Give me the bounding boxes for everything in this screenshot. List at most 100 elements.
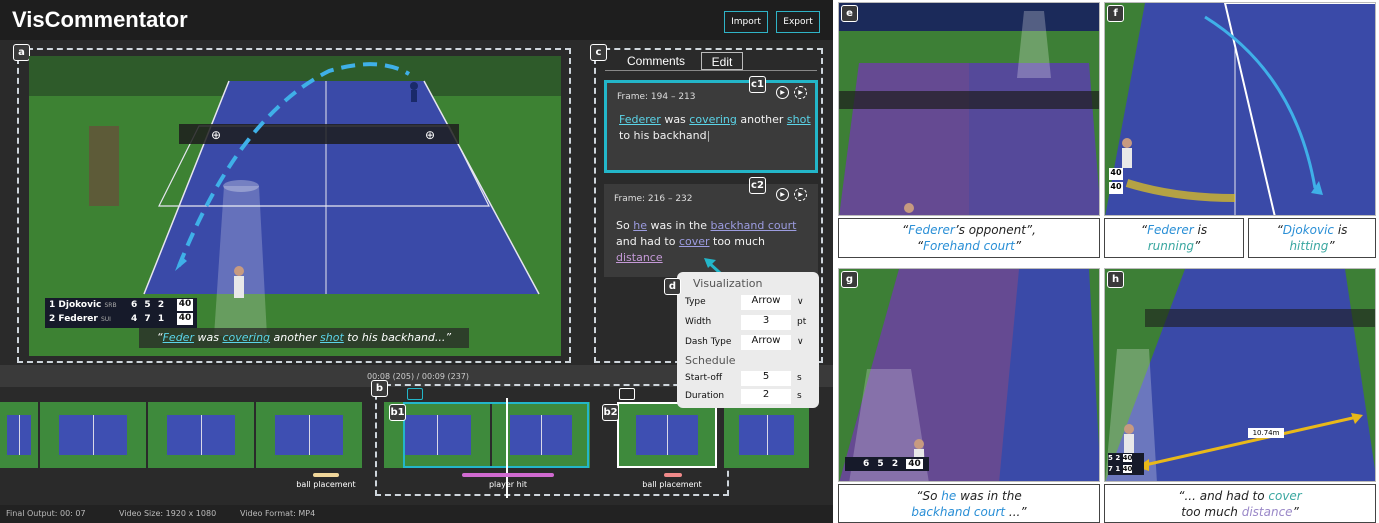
timeline-thumbnail[interactable] [40, 402, 146, 468]
comment-text-span: too much [709, 235, 765, 248]
caption-word: Forehand court [923, 239, 1015, 253]
set-score: 7 [144, 314, 151, 324]
points: 40 [1122, 465, 1133, 473]
dash-type-label: Dash Type [685, 337, 732, 347]
export-button[interactable]: Export [776, 11, 820, 33]
comment-word-he: he [633, 219, 647, 232]
player-1-country: SRB [104, 302, 117, 309]
court-highlight-graphic [839, 3, 1099, 215]
scoreboard: 6 5 2 40 [845, 457, 929, 471]
event-marker-ball-placement[interactable] [664, 473, 682, 477]
type-label: Type [685, 297, 706, 307]
backhand-court-graphic [839, 269, 1099, 481]
panel-label-d: d [664, 278, 681, 295]
comment-text-span: was in the [646, 219, 711, 232]
timeline-thumbnail[interactable] [148, 402, 254, 468]
distance-label: 10.74m [1248, 428, 1284, 438]
start-off-input[interactable]: 5 [741, 371, 791, 386]
set-score: 6 [131, 300, 138, 310]
caption-word: Djokovic [1282, 223, 1335, 237]
caption-text: ” [1292, 505, 1299, 519]
comment-icon[interactable] [619, 388, 635, 400]
play-sequence-icon[interactable]: ▶ [794, 188, 807, 201]
width-label: Width [685, 317, 712, 327]
player-1-name: Djokovic [58, 300, 102, 310]
scoreboard-row-2: 2 Federer SUI [49, 314, 111, 324]
comment-word-backhand-court: backhand court [710, 219, 797, 232]
chevron-down-icon[interactable]: ∨ [797, 337, 804, 347]
player-2-country: SUI [100, 316, 111, 323]
comment-text-span: was [660, 113, 690, 126]
caption-text: ...” [1005, 505, 1027, 519]
duration-label: Duration [685, 391, 725, 401]
tab-edit[interactable]: Edit [701, 52, 743, 70]
caption-text: is [1334, 223, 1348, 237]
player-2-name: Federer [58, 314, 98, 324]
play-icon[interactable]: ▶ [776, 188, 789, 201]
event-label: player hit [488, 480, 528, 489]
width-input[interactable]: 3 [741, 315, 791, 330]
dash-type-select[interactable]: Arrow [741, 335, 791, 350]
caption-h: “... and had to cover too much distance” [1104, 484, 1376, 523]
duration-input[interactable]: 2 [741, 389, 791, 404]
scoreboard: 1 Djokovic SRB 6 5 2 40 2 Federer SUI 4 … [45, 298, 197, 328]
chevron-down-icon[interactable]: ∨ [797, 297, 804, 307]
timeline-thumbnail[interactable] [256, 402, 362, 468]
tab-comments[interactable]: Comments [612, 52, 700, 70]
import-button[interactable]: Import [724, 11, 768, 33]
panel-label-c1: c1 [749, 76, 766, 93]
event-label: ball placement [296, 480, 356, 489]
caption-word: hitting [1289, 239, 1329, 253]
clip-b2-highlight[interactable] [617, 402, 717, 468]
subtitle-word-feder: Feder [162, 331, 194, 344]
panel-label-f: f [1107, 5, 1124, 22]
comment-word-covering: covering [689, 113, 737, 126]
points: 40 [906, 459, 923, 469]
comment-icon[interactable] [407, 388, 423, 400]
event-marker-player-hit[interactable] [462, 473, 554, 477]
subtitle-word-covering: covering [222, 331, 271, 344]
subtitle-text: to his backhand...” [343, 331, 452, 344]
subtitle-text: another [270, 331, 321, 344]
panel-label-e: e [841, 5, 858, 22]
caption-word: Federer [1147, 223, 1194, 237]
status-bar: Final Output: 00: 07 Video Size: 1920 x … [0, 505, 833, 523]
scoreboard-scores-1: 6 5 2 [131, 300, 164, 310]
caption-text: is [1193, 223, 1208, 237]
comment-frame-range: Frame: 216 – 232 [614, 194, 693, 204]
comment-text[interactable]: Federer was covering another shot to his… [619, 112, 814, 144]
clip-b1-highlight[interactable] [403, 402, 589, 468]
scoreboard-row-1: 1 Djokovic SRB [49, 300, 117, 310]
video-frame[interactable]: ⊕ ⊕ 1 Djokovic SRB 6 5 2 40 2 Federer SU… [29, 56, 561, 356]
rank-1: 1 [49, 300, 56, 310]
panel-label-c2: c2 [749, 177, 766, 194]
rank-2: 2 [49, 314, 56, 324]
status-video-format: Video Format: MP4 [240, 509, 316, 518]
caption-word: Federer [908, 223, 955, 237]
caption-word: distance [1241, 505, 1293, 519]
type-select[interactable]: Arrow [741, 295, 791, 310]
points-2: 40 [177, 313, 193, 325]
running-trajectory-graphic [1105, 3, 1375, 215]
play-icon[interactable]: ▶ [776, 86, 789, 99]
comment-word-shot: shot [786, 113, 811, 126]
comment-text-span: another [736, 113, 787, 126]
comment-frame-range: Frame: 194 – 213 [617, 92, 696, 102]
caption-f-right: “Djokovic is hitting” [1248, 218, 1376, 258]
duration-unit: s [797, 391, 802, 401]
event-marker-ball-placement[interactable] [313, 473, 339, 477]
play-sequence-icon[interactable]: ▶ [794, 86, 807, 99]
timeline-thumbnail[interactable] [0, 402, 38, 468]
set-score: 5 [877, 459, 884, 469]
svg-text:⊕: ⊕ [425, 128, 435, 142]
tab-divider [605, 70, 817, 71]
start-off-label: Start-off [685, 373, 723, 383]
comment-word-federer: Federer [619, 113, 661, 126]
timeline-thumbnail[interactable] [724, 402, 809, 468]
caption-text: ’s opponent”, [954, 223, 1036, 237]
set-score: 4 [131, 314, 138, 324]
set-score: 5 [144, 300, 151, 310]
panel-label-c: c [590, 44, 607, 61]
visualization-popup: Visualization Type Arrow ∨ Width 3 pt Da… [677, 272, 819, 408]
caption-word: backhand court [911, 505, 1006, 519]
